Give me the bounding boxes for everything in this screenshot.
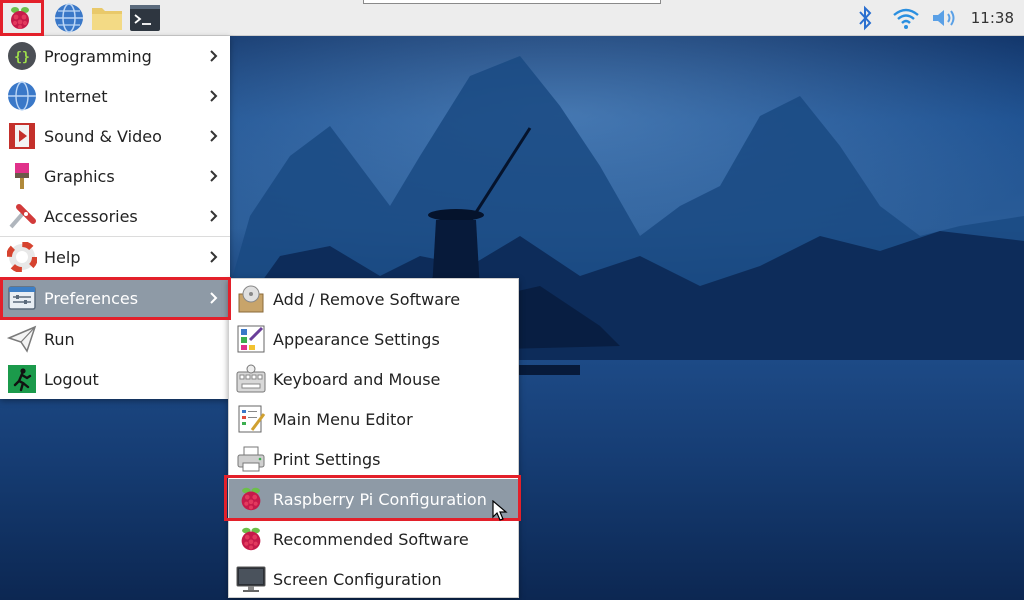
keyboard-mouse-icon	[235, 363, 267, 395]
submenu-item-label: Raspberry Pi Configuration	[273, 489, 487, 509]
accessories-icon	[6, 200, 38, 232]
submenu-item-main-menu-editor[interactable]: Main Menu Editor	[229, 399, 518, 439]
submenu-item-raspberry-pi-configuration[interactable]: Raspberry Pi Configuration	[229, 479, 518, 519]
logout-icon	[6, 363, 38, 395]
bluetooth-button[interactable]	[854, 0, 876, 36]
appearance-settings-icon	[235, 323, 267, 355]
chevron-right-icon	[208, 126, 220, 146]
preferences-icon	[6, 282, 38, 314]
menu-editor-icon	[235, 403, 267, 435]
chevron-right-icon	[208, 86, 220, 106]
submenu-item-label: Main Menu Editor	[273, 409, 413, 429]
menu-item-label: Run	[44, 329, 75, 349]
menu-item-graphics[interactable]: Graphics	[0, 156, 230, 196]
taskbar-panel: 11:38	[0, 0, 1024, 36]
submenu-item-label: Keyboard and Mouse	[273, 369, 441, 389]
raspberry-menu-button[interactable]	[4, 2, 36, 34]
programming-icon: {}	[6, 40, 38, 72]
chevron-right-icon	[208, 288, 220, 308]
menu-item-logout[interactable]: Logout	[0, 359, 230, 399]
terminal-icon	[130, 5, 160, 31]
add-remove-software-icon	[235, 283, 267, 315]
submenu-item-recommended-software[interactable]: Recommended Software	[229, 519, 518, 559]
chevron-right-icon	[208, 247, 220, 267]
menu-item-label: Preferences	[44, 288, 139, 308]
internet-icon	[6, 80, 38, 112]
submenu-item-label: Recommended Software	[273, 529, 469, 549]
sound-video-icon	[6, 120, 38, 152]
menu-item-internet[interactable]: Internet	[0, 76, 230, 116]
submenu-item-print-settings[interactable]: Print Settings	[229, 439, 518, 479]
web-browser-icon	[55, 3, 83, 33]
submenu-item-keyboard-mouse[interactable]: Keyboard and Mouse	[229, 359, 518, 399]
menu-item-label: Graphics	[44, 166, 115, 186]
menu-item-help[interactable]: Help	[0, 237, 230, 277]
main-menu: {} Programming Internet Sound & Video Gr…	[0, 36, 230, 399]
submenu-item-label: Appearance Settings	[273, 329, 440, 349]
mouse-pointer-icon	[492, 500, 508, 521]
chevron-right-icon	[208, 206, 220, 226]
raspberry-pi-icon	[235, 523, 267, 555]
submenu-item-label: Print Settings	[273, 449, 381, 469]
raspberry-pi-icon	[235, 483, 267, 515]
file-manager-button[interactable]	[90, 2, 122, 34]
menu-item-label: Logout	[44, 369, 99, 389]
menu-item-label: Programming	[44, 46, 152, 66]
help-icon	[6, 241, 38, 273]
submenu-item-label: Add / Remove Software	[273, 289, 461, 309]
printer-icon	[235, 443, 267, 475]
chevron-right-icon	[208, 46, 220, 66]
submenu-item-screen-configuration[interactable]: Screen Configuration	[229, 559, 518, 599]
menu-item-preferences[interactable]: Preferences	[0, 278, 230, 318]
raspberry-menu-icon	[11, 7, 29, 29]
menu-item-run[interactable]: Run	[0, 319, 230, 359]
taskbar-window-list[interactable]	[363, 0, 661, 4]
preferences-submenu: Add / Remove Software Appearance Setting…	[228, 278, 519, 598]
submenu-item-add-remove-software[interactable]: Add / Remove Software	[229, 279, 518, 319]
graphics-icon	[6, 160, 38, 192]
chevron-right-icon	[208, 166, 220, 186]
web-browser-button[interactable]	[53, 2, 85, 34]
submenu-item-appearance-settings[interactable]: Appearance Settings	[229, 319, 518, 359]
menu-item-label: Internet	[44, 86, 108, 106]
bluetooth-icon	[859, 5, 872, 31]
terminal-button[interactable]	[129, 2, 161, 34]
wifi-icon	[893, 8, 919, 29]
menu-item-accessories[interactable]: Accessories	[0, 196, 230, 236]
volume-icon	[933, 10, 955, 26]
svg-text:{}: {}	[14, 50, 30, 65]
menu-item-sound-video[interactable]: Sound & Video	[0, 116, 230, 156]
wifi-button[interactable]	[890, 0, 922, 36]
run-icon	[6, 323, 38, 355]
menu-item-label: Help	[44, 247, 81, 267]
menu-item-label: Sound & Video	[44, 126, 162, 146]
clock[interactable]: 11:38	[971, 0, 1014, 36]
volume-button[interactable]	[930, 0, 960, 36]
monitor-icon	[235, 563, 267, 595]
menu-item-programming[interactable]: {} Programming	[0, 36, 230, 76]
submenu-item-label: Screen Configuration	[273, 569, 442, 589]
menu-item-label: Accessories	[44, 206, 138, 226]
file-manager-icon	[92, 8, 122, 30]
